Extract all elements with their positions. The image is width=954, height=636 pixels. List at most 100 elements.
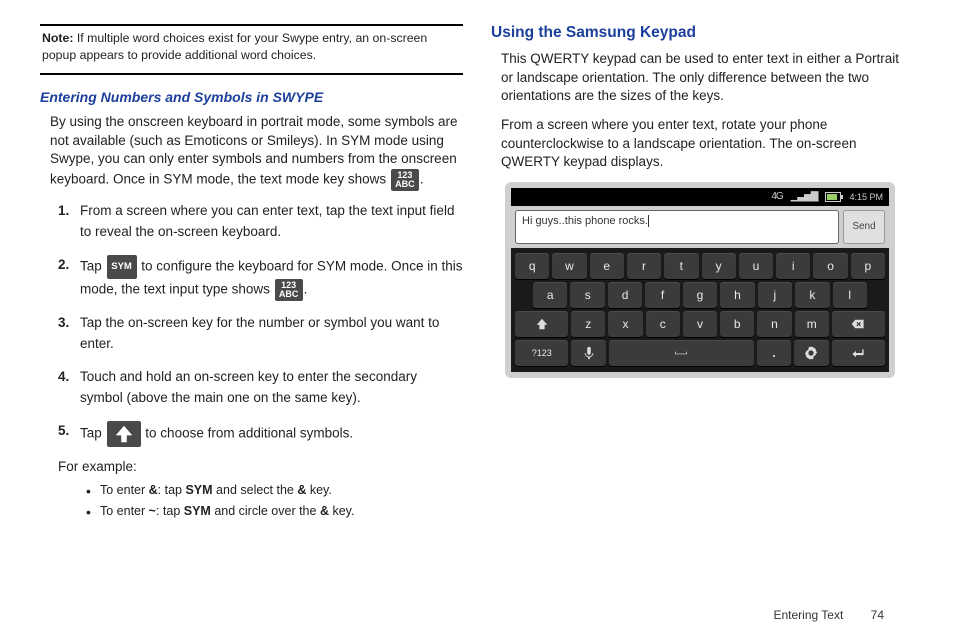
step-3: 3. Tap the on-screen key for the number …	[58, 313, 463, 355]
key-r[interactable]: r	[627, 253, 661, 279]
step-5-text: Tap to choose from additional symbols.	[80, 421, 463, 447]
s2a: Tap	[80, 258, 106, 273]
status-time: 4:15 PM	[849, 192, 883, 202]
key-up-arrow-icon	[107, 421, 141, 447]
ex1c: and select the	[213, 483, 298, 497]
kbd-abc: ABC	[395, 180, 415, 189]
kbd-abcb: ABC	[279, 290, 299, 299]
key-settings[interactable]	[794, 340, 828, 366]
ex2d: key.	[329, 504, 354, 518]
heading-swype: Entering Numbers and Symbols in SWYPE	[40, 89, 463, 105]
up-arrow-icon	[113, 423, 135, 445]
ex2-amp: &	[320, 504, 329, 518]
step-number: 4.	[58, 367, 80, 409]
key-h[interactable]: h	[720, 282, 754, 308]
right-p2: From a screen where you enter text, rota…	[501, 116, 914, 172]
step-2-text: Tap SYM to configure the keyboard for SY…	[80, 255, 463, 301]
key-space[interactable]	[609, 340, 754, 366]
key-p[interactable]: p	[851, 253, 885, 279]
footer-section: Entering Text	[773, 608, 843, 622]
key-voice[interactable]	[571, 340, 605, 366]
key-k[interactable]: k	[795, 282, 829, 308]
ex2-tilde: ~	[149, 504, 156, 518]
key-sym-icon: SYM	[107, 255, 137, 279]
text-input-area: Hi guys..this phone rocks. Send	[511, 206, 889, 248]
heading-samsung-keypad: Using the Samsung Keypad	[491, 24, 914, 42]
example-2: To enter ~: tap SYM and circle over the …	[86, 501, 463, 522]
status-bar: 4G ▁▃▅▇ 4:15 PM	[511, 188, 889, 206]
message-text: Hi guys..this phone rocks.	[522, 215, 648, 227]
right-p1: This QWERTY keypad can be used to enter …	[501, 50, 914, 106]
key-c[interactable]: c	[646, 311, 680, 337]
steps-list: 1. From a screen where you can enter tex…	[58, 201, 463, 447]
key-g[interactable]: g	[683, 282, 717, 308]
page-footer: Entering Text 74	[773, 608, 884, 622]
key-u[interactable]: u	[739, 253, 773, 279]
key-sym-mode[interactable]: ?123	[515, 340, 568, 366]
s5b: to choose from additional symbols.	[145, 425, 353, 440]
key-shift[interactable]	[515, 311, 568, 337]
step-4: 4. Touch and hold an on-screen key to en…	[58, 367, 463, 409]
swype-intro-b: .	[420, 172, 424, 187]
lte-icon: 4G	[771, 191, 782, 202]
left-column: Note: If multiple word choices exist for…	[40, 24, 463, 626]
s5a: Tap	[80, 425, 106, 440]
key-i[interactable]: i	[776, 253, 810, 279]
key-d[interactable]: d	[608, 282, 642, 308]
key-w[interactable]: w	[552, 253, 586, 279]
step-2: 2. Tap SYM to configure the keyboard for…	[58, 255, 463, 301]
key-j[interactable]: j	[758, 282, 792, 308]
qwerty-keyboard: q w e r t y u i o p a s d f g h	[511, 248, 889, 372]
step-number: 5.	[58, 421, 80, 447]
key-period[interactable]: .	[757, 340, 791, 366]
backspace-icon	[851, 317, 865, 331]
step-number: 2.	[58, 255, 80, 301]
key-backspace[interactable]	[832, 311, 885, 337]
signal-icon: ▁▃▅▇	[791, 191, 818, 202]
enter-icon	[851, 346, 865, 360]
key-123-abc-icon: 123 ABC	[391, 169, 419, 191]
key-e[interactable]: e	[590, 253, 624, 279]
ex2c: and circle over the	[211, 504, 320, 518]
kb-row-4: ?123 .	[515, 340, 885, 366]
key-f[interactable]: f	[645, 282, 679, 308]
message-input[interactable]: Hi guys..this phone rocks.	[515, 210, 839, 244]
footer-page-number: 74	[871, 608, 884, 622]
key-b[interactable]: b	[720, 311, 754, 337]
step-4-text: Touch and hold an on-screen key to enter…	[80, 367, 463, 409]
kb-row-2: a s d f g h j k l	[515, 282, 885, 308]
kb-row-1: q w e r t y u i o p	[515, 253, 885, 279]
key-enter[interactable]	[832, 340, 885, 366]
ex1d: key.	[306, 483, 331, 497]
key-l[interactable]: l	[833, 282, 867, 308]
space-icon	[674, 346, 688, 360]
key-z[interactable]: z	[571, 311, 605, 337]
key-n[interactable]: n	[757, 311, 791, 337]
key-s[interactable]: s	[570, 282, 604, 308]
step-number: 3.	[58, 313, 80, 355]
key-a[interactable]: a	[533, 282, 567, 308]
key-t[interactable]: t	[664, 253, 698, 279]
text-cursor	[648, 215, 649, 227]
s2b: to configure the keyboard for SYM mode. …	[80, 258, 462, 296]
key-y[interactable]: y	[702, 253, 736, 279]
send-button[interactable]: Send	[843, 210, 885, 244]
mic-icon	[582, 346, 596, 360]
key-q[interactable]: q	[515, 253, 549, 279]
key-m[interactable]: m	[795, 311, 829, 337]
gear-icon	[804, 346, 818, 360]
key-o[interactable]: o	[813, 253, 847, 279]
key-v[interactable]: v	[683, 311, 717, 337]
step-5: 5. Tap to choose from additional symbols…	[58, 421, 463, 447]
key-123-abc-icon: 123 ABC	[275, 279, 303, 301]
step-1: 1. From a screen where you can enter tex…	[58, 201, 463, 243]
ex1b: : tap	[158, 483, 186, 497]
note-box: Note: If multiple word choices exist for…	[40, 24, 463, 75]
step-1-text: From a screen where you can enter text, …	[80, 201, 463, 243]
battery-icon	[825, 192, 841, 202]
step-3-text: Tap the on-screen key for the number or …	[80, 313, 463, 355]
ex2-sym: SYM	[184, 504, 211, 518]
kb-row-3: z x c v b n m	[515, 311, 885, 337]
key-x[interactable]: x	[608, 311, 642, 337]
ex1a: To enter	[100, 483, 149, 497]
